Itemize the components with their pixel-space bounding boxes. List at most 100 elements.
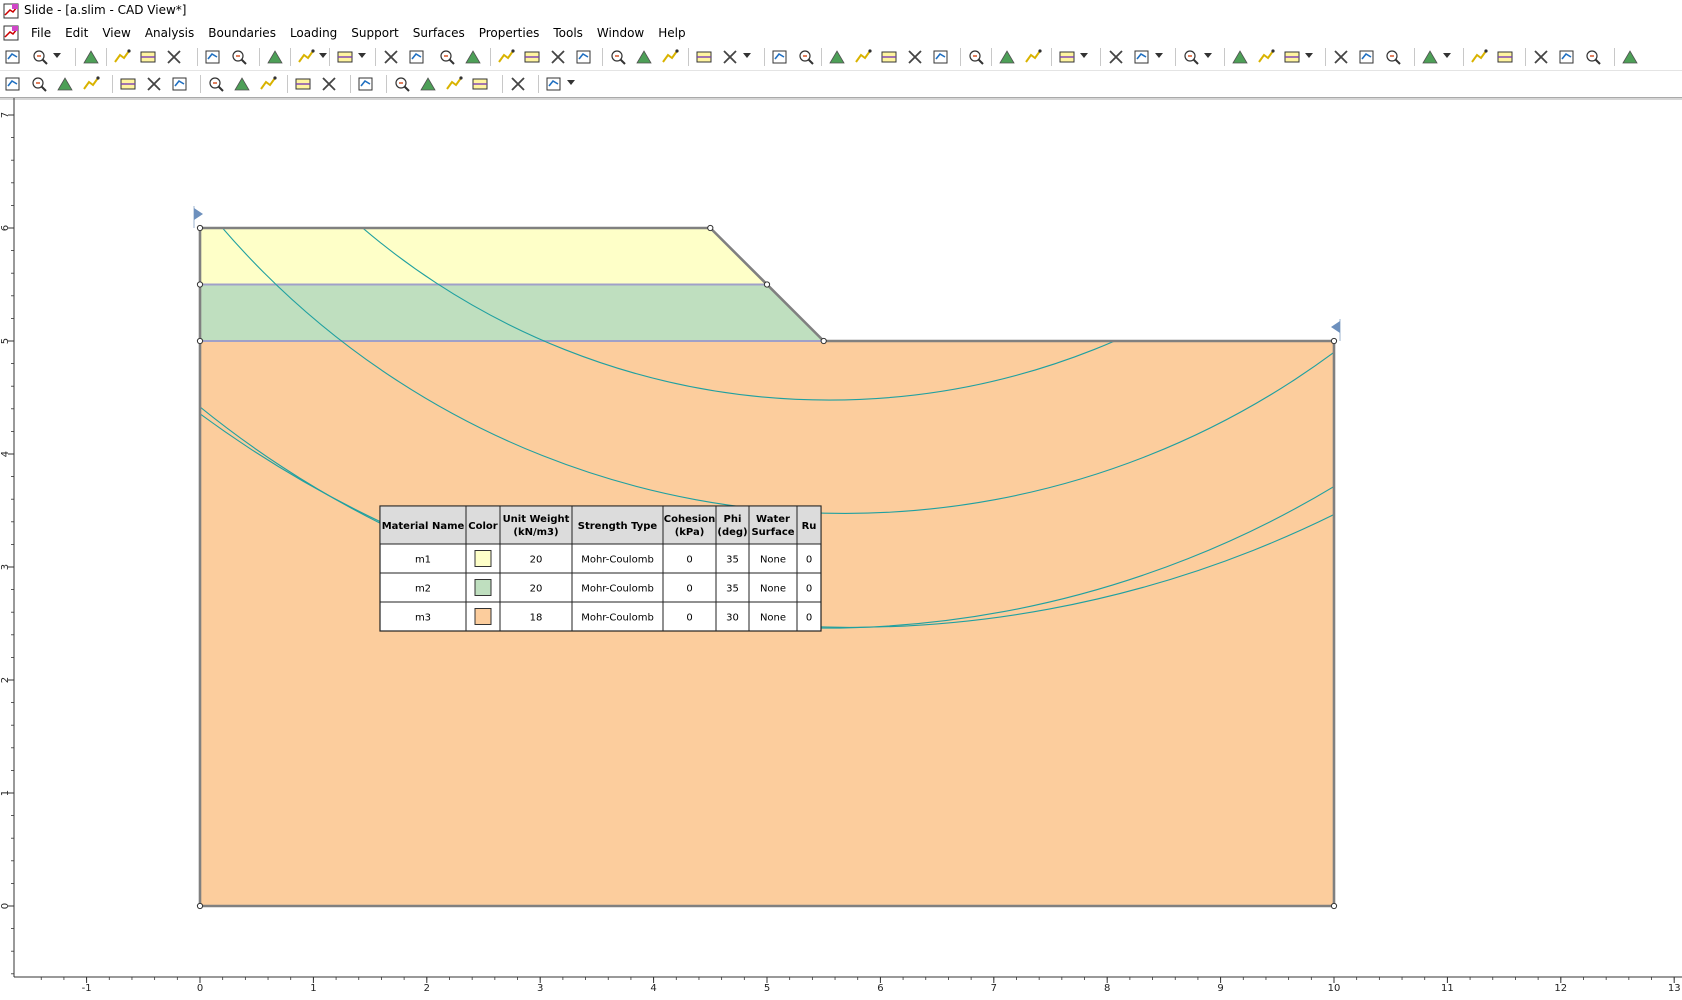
cad-canvas[interactable]: -1 0 1 2 3 4 5 6 7 8 9 10 11 12 1301234567Material Nam… [0, 98, 1682, 1000]
arrow-tool-button[interactable] [144, 74, 164, 94]
menu-loading[interactable]: Loading [283, 25, 344, 42]
assign-support-button[interactable] [1383, 47, 1403, 67]
eraser-tool-button[interactable] [544, 74, 564, 94]
surface-options-button[interactable] [1420, 47, 1440, 67]
table-grey-button[interactable] [81, 74, 101, 94]
zoom-extents-button[interactable] [634, 47, 654, 67]
dimension-tool-button[interactable] [170, 74, 190, 94]
external-boundary-button[interactable] [770, 47, 790, 67]
menu-analysis[interactable]: Analysis [138, 25, 201, 42]
move-vertices-button[interactable] [879, 47, 899, 67]
merge-vertices-button[interactable] [905, 47, 925, 67]
zoom-in-button[interactable] [522, 47, 542, 67]
select-button[interactable] [966, 47, 986, 67]
compute-button[interactable] [381, 47, 401, 67]
pencil-tool-button[interactable] [206, 74, 226, 94]
coordinates-tool-button[interactable] [508, 74, 528, 94]
slope-tool-button[interactable] [444, 74, 464, 94]
print-button[interactable] [138, 47, 158, 67]
document-icon[interactable] [3, 25, 19, 41]
table-button[interactable] [29, 74, 49, 94]
material-properties-table[interactable]: Material Name ColorUnit Weight (kN/m3)Stre… [379, 505, 822, 632]
legend-button[interactable] [1583, 47, 1603, 67]
open-file-button[interactable] [30, 47, 50, 67]
new-file-button[interactable] [3, 47, 23, 67]
slope-limit-right-icon[interactable] [1331, 319, 1341, 341]
dropdown-arrow-icon[interactable] [1080, 53, 1088, 58]
measure-angle-button[interactable] [470, 74, 490, 94]
project-settings-button[interactable] [437, 47, 457, 67]
line-tool-button[interactable] [118, 74, 138, 94]
material-boundary-button[interactable] [796, 47, 816, 67]
line-load-button[interactable] [1256, 47, 1276, 67]
material-region-m1[interactable] [200, 228, 767, 285]
delete-boundary-button[interactable] [827, 47, 847, 67]
ellipse-tool-button[interactable] [319, 74, 339, 94]
add-line-button[interactable] [1106, 47, 1126, 67]
zoom-window-button[interactable] [608, 47, 628, 67]
dropdown-arrow-icon[interactable] [567, 80, 575, 85]
zoom-all-button[interactable] [496, 47, 516, 67]
dropdown-arrow-icon[interactable] [1305, 53, 1313, 58]
water-table-button[interactable] [1057, 47, 1077, 67]
menu-boundaries[interactable]: Boundaries [201, 25, 283, 42]
add-boundary-button[interactable] [720, 47, 740, 67]
zoom-out-button[interactable] [548, 47, 568, 67]
menu-surfaces[interactable]: Surfaces [406, 25, 472, 42]
material-button[interactable] [463, 47, 483, 67]
slip-grid-button[interactable] [997, 47, 1017, 67]
slope-limits-button[interactable] [1023, 47, 1043, 67]
boundary-vertex[interactable] [196, 281, 204, 288]
table-alt-button[interactable] [55, 74, 75, 94]
menu-properties[interactable]: Properties [472, 25, 547, 42]
menu-support[interactable]: Support [344, 25, 405, 42]
print-preview-button[interactable] [112, 47, 132, 67]
assign-surface-button[interactable] [1357, 47, 1377, 67]
delete-vertex-button[interactable] [931, 47, 951, 67]
grid-search-button[interactable] [1469, 47, 1489, 67]
check-geometry-button[interactable] [1557, 47, 1577, 67]
dropdown-arrow-icon[interactable] [1204, 53, 1212, 58]
boundary-button[interactable] [694, 47, 714, 67]
dropdown-arrow-icon[interactable] [1443, 53, 1451, 58]
distributed-load-button[interactable] [1230, 47, 1250, 67]
save-button[interactable] [81, 47, 101, 67]
info-viewer-button[interactable] [229, 47, 249, 67]
menu-view[interactable]: View [95, 25, 137, 42]
redo-button[interactable] [335, 47, 355, 67]
boundary-vertex[interactable] [196, 337, 204, 345]
exit-button[interactable] [1620, 47, 1640, 67]
ruler-tool-button[interactable] [418, 74, 438, 94]
sheet-view-button[interactable] [3, 74, 23, 94]
menu-window[interactable]: Window [590, 25, 651, 42]
tension-crack-button[interactable] [1531, 47, 1551, 67]
menu-file[interactable]: File [24, 25, 58, 42]
assign-properties-button[interactable] [1331, 47, 1351, 67]
menu-tools[interactable]: Tools [546, 25, 590, 42]
fill-tool-button[interactable] [258, 74, 278, 94]
dropdown-arrow-icon[interactable] [358, 53, 366, 58]
undo-button[interactable] [296, 47, 316, 67]
boundary-vertex[interactable] [1330, 902, 1338, 910]
piezo-line-button[interactable] [1132, 47, 1152, 67]
image-tool-button[interactable] [356, 74, 376, 94]
seismic-load-button[interactable] [1282, 47, 1302, 67]
boundary-vertex[interactable] [820, 337, 827, 345]
angle-tool-button[interactable] [392, 74, 412, 94]
slope-search-button[interactable] [1495, 47, 1515, 67]
add-vertex-button[interactable] [853, 47, 873, 67]
support-button[interactable] [1181, 47, 1201, 67]
menu-edit[interactable]: Edit [58, 25, 95, 42]
rectangle-tool-button[interactable] [293, 74, 313, 94]
boundary-vertex[interactable] [763, 281, 771, 288]
boundary-vertex[interactable] [1330, 337, 1338, 345]
slope-limit-left-icon[interactable] [193, 206, 203, 228]
interpret-button[interactable] [407, 47, 427, 67]
dropdown-arrow-icon[interactable] [743, 53, 751, 58]
dropdown-arrow-icon[interactable] [53, 53, 61, 58]
pan-button[interactable] [574, 47, 594, 67]
dropdown-arrow-icon[interactable] [319, 53, 327, 58]
scale-button[interactable] [164, 47, 184, 67]
boundary-vertex[interactable] [707, 224, 714, 232]
boundary-vertex[interactable] [196, 224, 204, 232]
